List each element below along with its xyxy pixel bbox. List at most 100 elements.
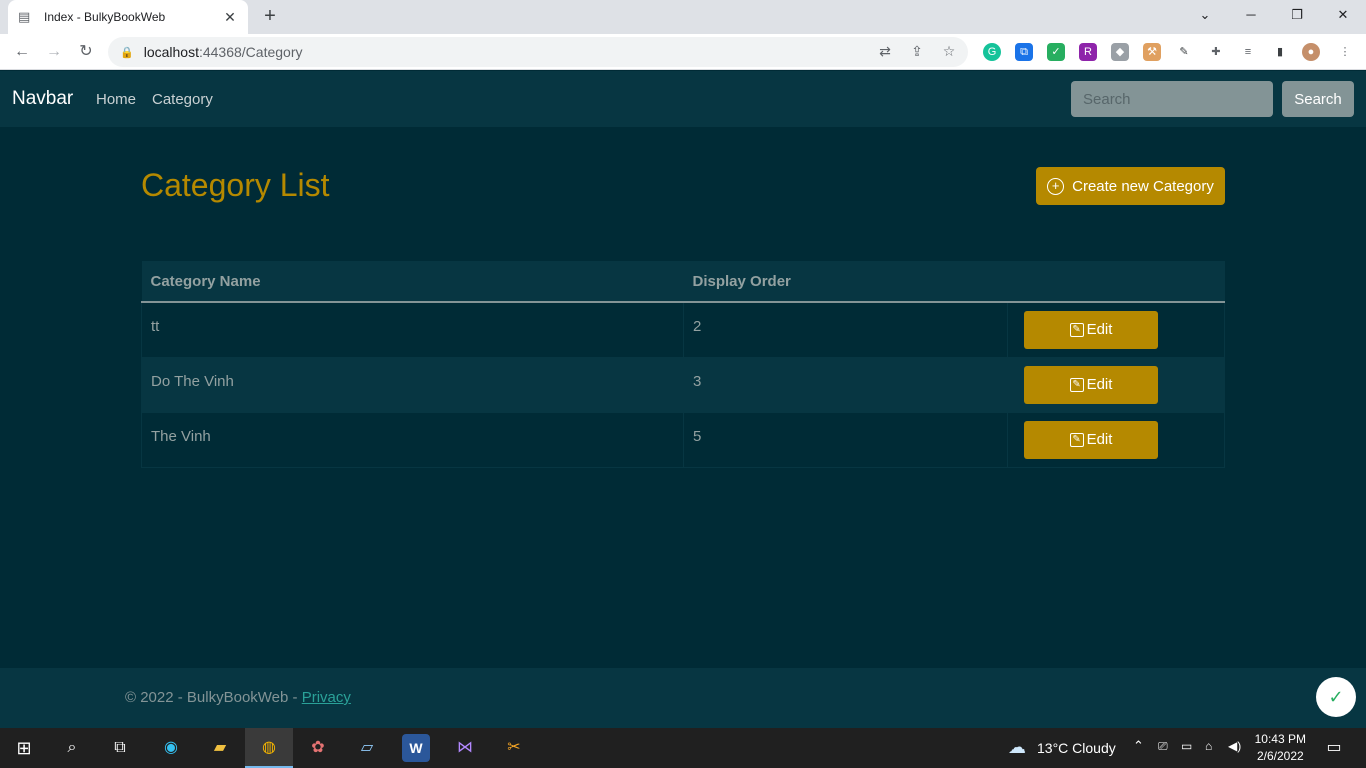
screen-extension-icon[interactable]: ⧉	[1015, 43, 1033, 61]
display-order-cell: 3	[683, 356, 1008, 413]
site-navbar: Navbar Home Category Search	[0, 71, 1366, 127]
search-input[interactable]	[1071, 81, 1273, 117]
url-host: localhost	[143, 44, 199, 60]
address-bar[interactable]: 🔒 localhost:44368/Category ⇄ ⇪ ☆	[108, 37, 968, 67]
column-header-actions	[1007, 261, 1225, 303]
battery-icon[interactable]: ▭	[1181, 739, 1192, 753]
edit-label: Edit	[1086, 321, 1113, 339]
edit-icon: ✎	[1069, 322, 1084, 337]
url-path: :44368/Category	[198, 44, 303, 60]
grammarly-extension-icon[interactable]: G	[983, 43, 1001, 61]
edit-label: Edit	[1086, 376, 1113, 393]
clock-date: 2/6/2022	[1256, 749, 1304, 763]
translate-icon[interactable]: ⇄	[876, 43, 894, 60]
edit-button[interactable]: ✎ Edit	[1024, 365, 1158, 404]
browser-tabstrip: ▤ Index - BulkyBookWeb ✕ + ⌄ ─ ❐ ✕	[0, 0, 1366, 34]
edit-label: Edit	[1086, 431, 1113, 448]
minimize-button[interactable]: ─	[1228, 0, 1274, 30]
tray-chevron-icon[interactable]: ⌃	[1133, 738, 1144, 754]
actions-cell: ✎ Edit	[1007, 411, 1225, 468]
gray-shield-extension-icon[interactable]: ◆	[1111, 43, 1129, 61]
windows-taskbar: ⊞ ⌕ ⧉ ◉ ▰ ◍ ✿ ▱ W ⋈ ✂ ☁ 13°C Cloudy ⌃ ⎚ …	[0, 728, 1366, 768]
extensions-puzzle-icon[interactable]: ✚	[1207, 43, 1225, 61]
notes-app-icon[interactable]: ▱	[353, 734, 381, 762]
search-button[interactable]: Search	[1282, 81, 1354, 117]
display-order-cell: 2	[683, 301, 1008, 358]
plus-circle-icon: +	[1047, 177, 1065, 195]
restore-button[interactable]: ❐	[1274, 0, 1320, 30]
tab-search-icon[interactable]: ⌄	[1182, 0, 1228, 30]
search-icon[interactable]: ⌕	[58, 734, 86, 762]
shield-check-icon[interactable]: ✓	[1316, 677, 1356, 717]
actions-cell: ✎ Edit	[1007, 356, 1225, 413]
profile-avatar[interactable]: ●	[1302, 43, 1320, 61]
media-control-icon[interactable]: ≡	[1239, 43, 1257, 61]
table-row: tt 2 ✎ Edit	[141, 301, 1225, 358]
display-order-cell: 5	[683, 411, 1008, 468]
tab-close-icon[interactable]: ✕	[222, 9, 238, 26]
privacy-link[interactable]: Privacy	[302, 689, 351, 706]
word-icon[interactable]: W	[402, 734, 430, 762]
category-name-cell: tt	[141, 301, 684, 358]
visual-studio-icon[interactable]: ⋈	[451, 734, 479, 762]
footer-text: © 2022 - BulkyBookWeb - Privacy	[125, 689, 351, 706]
browser-tab[interactable]: ▤ Index - BulkyBookWeb ✕	[8, 0, 248, 34]
edit-icon: ✎	[1069, 432, 1084, 447]
column-header-order: Display Order	[683, 261, 1008, 303]
create-category-button[interactable]: + Create new Category	[1036, 167, 1225, 205]
snip-tool-icon[interactable]: ✂	[500, 734, 528, 762]
create-category-label: Create new Category	[1072, 177, 1214, 195]
url-text[interactable]: localhost:44368/Category	[144, 44, 303, 60]
category-name-cell: The Vinh	[141, 411, 684, 468]
nav-link-category[interactable]: Category	[152, 91, 213, 108]
edit-icon: ✎	[1069, 377, 1084, 392]
table-header-row: Category Name Display Order	[141, 261, 1225, 303]
notification-icon[interactable]: ▭	[1320, 734, 1348, 762]
tab-title: Index - BulkyBookWeb	[44, 10, 166, 24]
network-icon[interactable]: ⌂	[1205, 739, 1212, 753]
new-tab-button[interactable]: +	[258, 5, 282, 29]
navbar-brand[interactable]: Navbar	[12, 88, 73, 110]
meet-now-icon[interactable]: ⎚	[1158, 739, 1168, 754]
web-page: Navbar Home Category Search Category Lis…	[0, 71, 1366, 728]
nav-link-home[interactable]: Home	[96, 91, 136, 108]
rp-extension-icon[interactable]: R	[1079, 43, 1097, 61]
omnibox-actions: ⇄ ⇪ ☆	[876, 43, 958, 60]
back-icon[interactable]: ←	[10, 40, 34, 64]
site-footer: © 2022 - BulkyBookWeb - Privacy ✓	[0, 668, 1366, 728]
task-view-icon[interactable]: ⧉	[106, 734, 134, 762]
bookmark-star-icon[interactable]: ☆	[940, 43, 958, 60]
forward-icon[interactable]: →	[42, 40, 66, 64]
file-explorer-icon[interactable]: ▰	[206, 734, 234, 762]
volume-icon[interactable]: ◀)	[1228, 739, 1241, 753]
chrome-menu-icon[interactable]: ⋮	[1336, 43, 1354, 61]
table-row: Do The Vinh 3 ✎ Edit	[141, 356, 1225, 413]
paint-app-icon[interactable]: ✿	[304, 734, 332, 762]
page-title: Category List	[141, 167, 330, 203]
reload-icon[interactable]: ↻	[74, 40, 98, 64]
close-window-button[interactable]: ✕	[1320, 0, 1366, 30]
edit-button[interactable]: ✎ Edit	[1024, 420, 1158, 459]
clock-time: 10:43 PM	[1254, 732, 1306, 746]
share-icon[interactable]: ⇪	[908, 43, 926, 60]
category-name-cell: Do The Vinh	[141, 356, 684, 413]
hammer-extension-icon[interactable]: ⚒	[1143, 43, 1161, 61]
shield-extension-icon[interactable]: ✓	[1047, 43, 1065, 61]
copyright-text: © 2022 - BulkyBookWeb -	[125, 689, 302, 706]
page-icon: ▤	[18, 9, 31, 24]
table-row: The Vinh 5 ✎ Edit	[141, 411, 1225, 468]
column-header-name: Category Name	[141, 261, 684, 303]
browser-toolbar: ← → ↻ 🔒 localhost:44368/Category ⇄ ⇪ ☆ G…	[0, 34, 1366, 70]
cloudy-weather-icon[interactable]: ☁	[1003, 733, 1031, 761]
chrome-icon[interactable]: ◍	[255, 734, 283, 762]
taskbar-clock[interactable]: 10:43 PM 2/6/2022	[1255, 731, 1306, 765]
edit-button[interactable]: ✎ Edit	[1024, 310, 1158, 349]
weather-text[interactable]: 13°C Cloudy	[1037, 740, 1116, 756]
category-table: Category Name Display Order tt 2 ✎ Edit …	[141, 261, 1225, 468]
edge-browser-icon[interactable]: ◉	[157, 734, 185, 762]
windows-start-icon[interactable]: ⊞	[10, 734, 38, 762]
side-panel-icon[interactable]: ▮	[1271, 43, 1289, 61]
actions-cell: ✎ Edit	[1007, 301, 1225, 358]
lock-icon[interactable]: 🔒	[120, 46, 134, 59]
eyedropper-extension-icon[interactable]: ✎	[1175, 43, 1193, 61]
